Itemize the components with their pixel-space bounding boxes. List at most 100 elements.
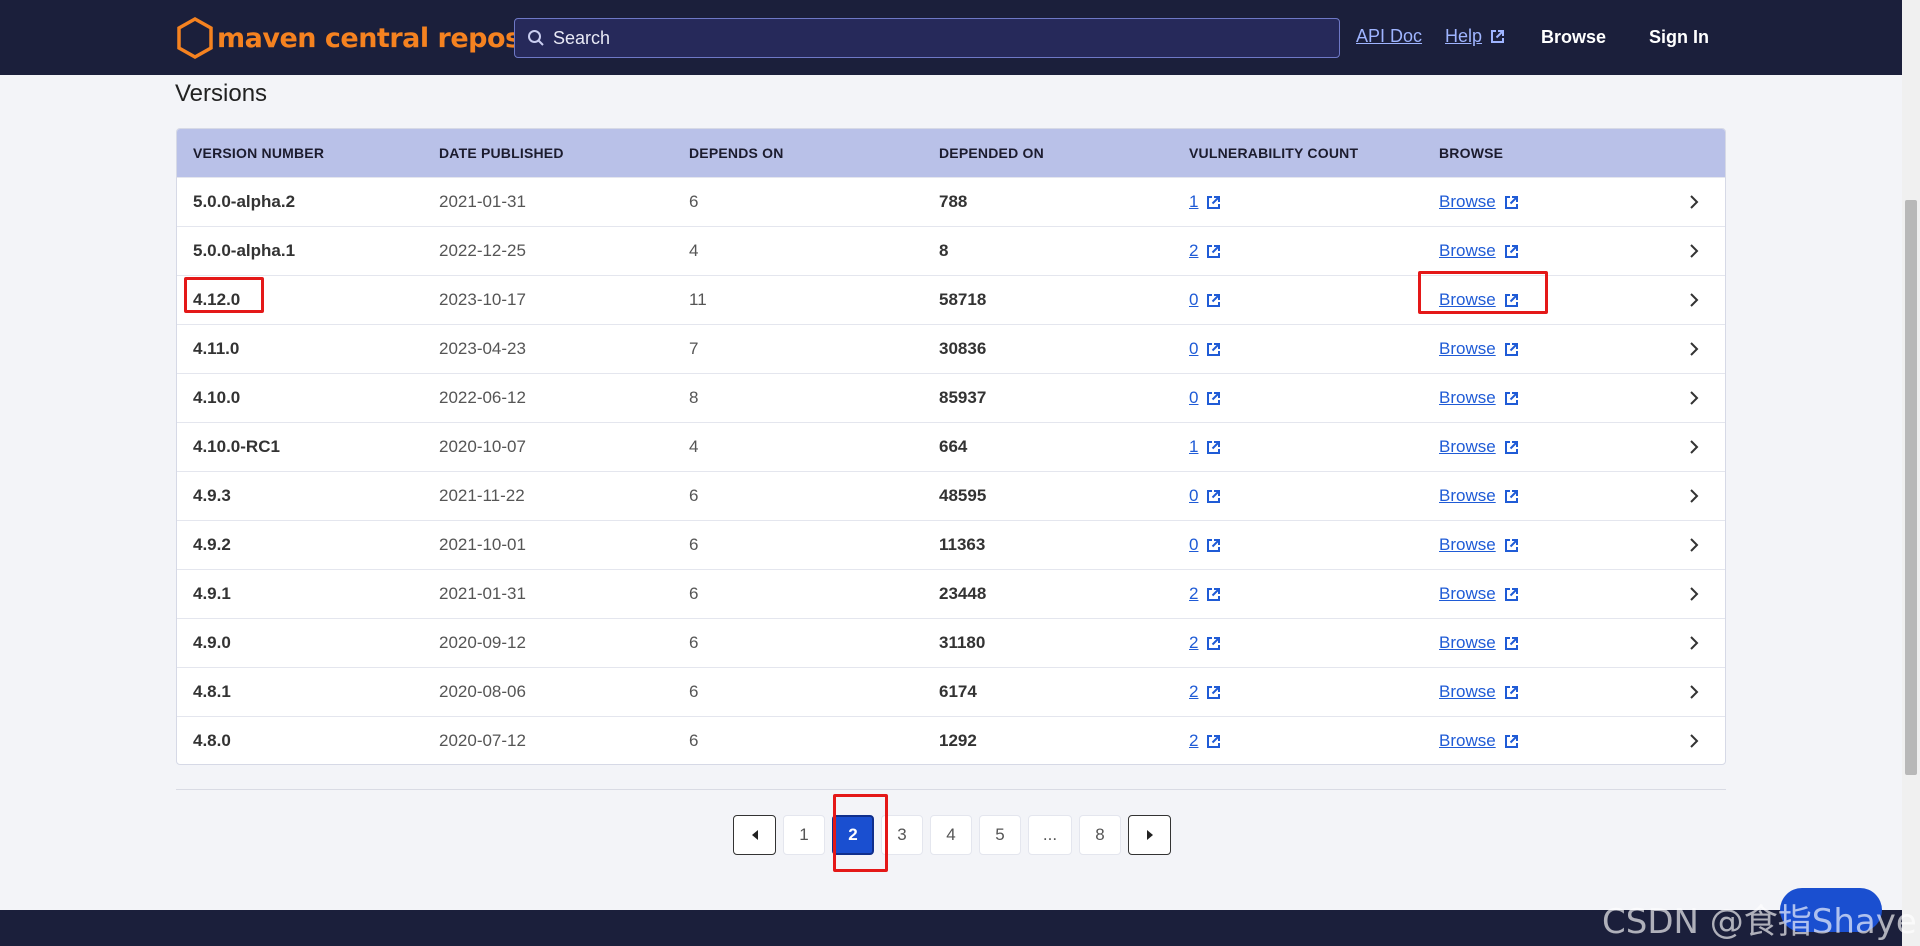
page-scrollbar[interactable] (1902, 0, 1920, 946)
vulnerability-count[interactable]: 0 (1189, 388, 1198, 408)
vulnerability-count[interactable]: 2 (1189, 584, 1198, 604)
depended-on-count: 8 (939, 241, 949, 260)
date-published: 2022-12-25 (439, 241, 526, 260)
page-ellipsis: ... (1028, 815, 1072, 855)
page-button-5[interactable]: 5 (979, 815, 1021, 855)
date-published: 2023-10-17 (439, 290, 526, 309)
chevron-right-icon[interactable] (1689, 733, 1699, 749)
table-row[interactable]: 4.8.1 2020-08-06 6 6174 2 Browse (177, 667, 1725, 716)
browse-link[interactable]: Browse (1439, 241, 1519, 261)
vulnerability-link[interactable]: 2 (1189, 633, 1221, 653)
help-link[interactable]: Help (1445, 26, 1505, 47)
highlight-box-version (184, 277, 264, 313)
chevron-right-icon[interactable] (1689, 341, 1699, 357)
previous-page-button[interactable] (733, 815, 776, 855)
vulnerability-link[interactable]: 1 (1189, 192, 1221, 212)
date-published: 2020-08-06 (439, 682, 526, 701)
search-box[interactable] (514, 18, 1340, 58)
vulnerability-count[interactable]: 2 (1189, 731, 1198, 751)
vulnerability-link[interactable]: 0 (1189, 388, 1221, 408)
vulnerability-count[interactable]: 1 (1189, 437, 1198, 457)
vulnerability-link[interactable]: 0 (1189, 486, 1221, 506)
depends-on-count: 6 (689, 535, 699, 554)
table-row[interactable]: 5.0.0-alpha.1 2022-12-25 4 8 2 Browse (177, 226, 1725, 275)
external-link-icon (1504, 587, 1518, 601)
scrollbar-thumb[interactable] (1905, 200, 1917, 775)
chevron-right-icon[interactable] (1689, 390, 1699, 406)
browse-link[interactable]: Browse (1439, 486, 1519, 506)
browse-link-label[interactable]: Browse (1439, 241, 1496, 261)
browse-link-label[interactable]: Browse (1439, 633, 1496, 653)
vulnerability-count[interactable]: 2 (1189, 241, 1198, 261)
vulnerability-count[interactable]: 0 (1189, 290, 1198, 310)
chevron-right-icon[interactable] (1689, 586, 1699, 602)
browse-link-label[interactable]: Browse (1439, 388, 1496, 408)
vulnerability-link[interactable]: 0 (1189, 339, 1221, 359)
table-row[interactable]: 5.0.0-alpha.2 2021-01-31 6 788 1 Browse (177, 177, 1725, 226)
browse-link[interactable]: Browse (1439, 633, 1519, 653)
vulnerability-link[interactable]: 1 (1189, 437, 1221, 457)
page-button-1[interactable]: 1 (783, 815, 825, 855)
chevron-right-icon[interactable] (1689, 635, 1699, 651)
chevron-right-icon[interactable] (1689, 243, 1699, 259)
browse-link-label[interactable]: Browse (1439, 437, 1496, 457)
browse-link-label[interactable]: Browse (1439, 682, 1496, 702)
table-row[interactable]: 4.9.0 2020-09-12 6 31180 2 Browse (177, 618, 1725, 667)
table-row[interactable]: 4.8.0 2020-07-12 6 1292 2 Browse (177, 716, 1725, 764)
browse-link-label[interactable]: Browse (1439, 584, 1496, 604)
chevron-right-icon[interactable] (1689, 488, 1699, 504)
external-link-icon (1504, 342, 1518, 356)
table-body: 5.0.0-alpha.2 2021-01-31 6 788 1 Browse 5.0.0-… (177, 177, 1725, 764)
browse-link[interactable]: Browse (1439, 682, 1519, 702)
table-row[interactable]: 4.9.1 2021-01-31 6 23448 2 Browse (177, 569, 1725, 618)
vulnerability-link[interactable]: 2 (1189, 241, 1221, 261)
depends-on-count: 7 (689, 339, 699, 358)
vulnerability-link[interactable]: 0 (1189, 535, 1221, 555)
search-input[interactable] (553, 27, 1313, 49)
vulnerability-count[interactable]: 0 (1189, 486, 1198, 506)
table-row[interactable]: 4.10.0 2022-06-12 8 85937 0 Browse (177, 373, 1725, 422)
vulnerability-count[interactable]: 1 (1189, 192, 1198, 212)
table-row[interactable]: 4.10.0-RC1 2020-10-07 4 664 1 Browse (177, 422, 1725, 471)
vulnerability-count[interactable]: 2 (1189, 633, 1198, 653)
browse-link[interactable]: Browse (1439, 731, 1519, 751)
chevron-right-icon[interactable] (1689, 684, 1699, 700)
page-button-8[interactable]: 8 (1079, 815, 1121, 855)
browse-link[interactable]: Browse (1439, 388, 1519, 408)
browse-link[interactable]: Browse (1439, 535, 1519, 555)
sign-in-button[interactable]: Sign In (1649, 27, 1709, 48)
chevron-right-icon[interactable] (1689, 292, 1699, 308)
vulnerability-link[interactable]: 2 (1189, 682, 1221, 702)
depended-on-count: 30836 (939, 339, 987, 358)
page-button-4[interactable]: 4 (930, 815, 972, 855)
external-link-icon (1207, 636, 1221, 650)
chevron-right-icon[interactable] (1689, 194, 1699, 210)
depends-on-count: 11 (689, 290, 707, 309)
browse-link[interactable]: Browse (1439, 339, 1519, 359)
table-row[interactable]: 4.11.0 2023-04-23 7 30836 0 Browse (177, 324, 1725, 373)
browse-link[interactable]: Browse (1439, 437, 1519, 457)
table-row[interactable]: 4.9.3 2021-11-22 6 48595 0 Browse (177, 471, 1725, 520)
browse-link-label[interactable]: Browse (1439, 535, 1496, 555)
external-link-icon (1504, 391, 1518, 405)
vulnerability-count[interactable]: 0 (1189, 339, 1198, 359)
table-row[interactable]: 4.9.2 2021-10-01 6 11363 0 Browse (177, 520, 1725, 569)
vulnerability-link[interactable]: 0 (1189, 290, 1221, 310)
next-page-button[interactable] (1128, 815, 1171, 855)
browse-link-label[interactable]: Browse (1439, 339, 1496, 359)
date-published: 2020-10-07 (439, 437, 526, 456)
browse-nav-button[interactable]: Browse (1541, 27, 1606, 48)
vulnerability-link[interactable]: 2 (1189, 731, 1221, 751)
browse-link[interactable]: Browse (1439, 192, 1519, 212)
browse-link-label[interactable]: Browse (1439, 731, 1496, 751)
chevron-right-icon[interactable] (1689, 439, 1699, 455)
vulnerability-link[interactable]: 2 (1189, 584, 1221, 604)
api-doc-link[interactable]: API Doc (1356, 26, 1422, 47)
version-number: 4.8.0 (193, 731, 231, 750)
chevron-right-icon[interactable] (1689, 537, 1699, 553)
browse-link[interactable]: Browse (1439, 584, 1519, 604)
vulnerability-count[interactable]: 2 (1189, 682, 1198, 702)
vulnerability-count[interactable]: 0 (1189, 535, 1198, 555)
browse-link-label[interactable]: Browse (1439, 192, 1496, 212)
browse-link-label[interactable]: Browse (1439, 486, 1496, 506)
